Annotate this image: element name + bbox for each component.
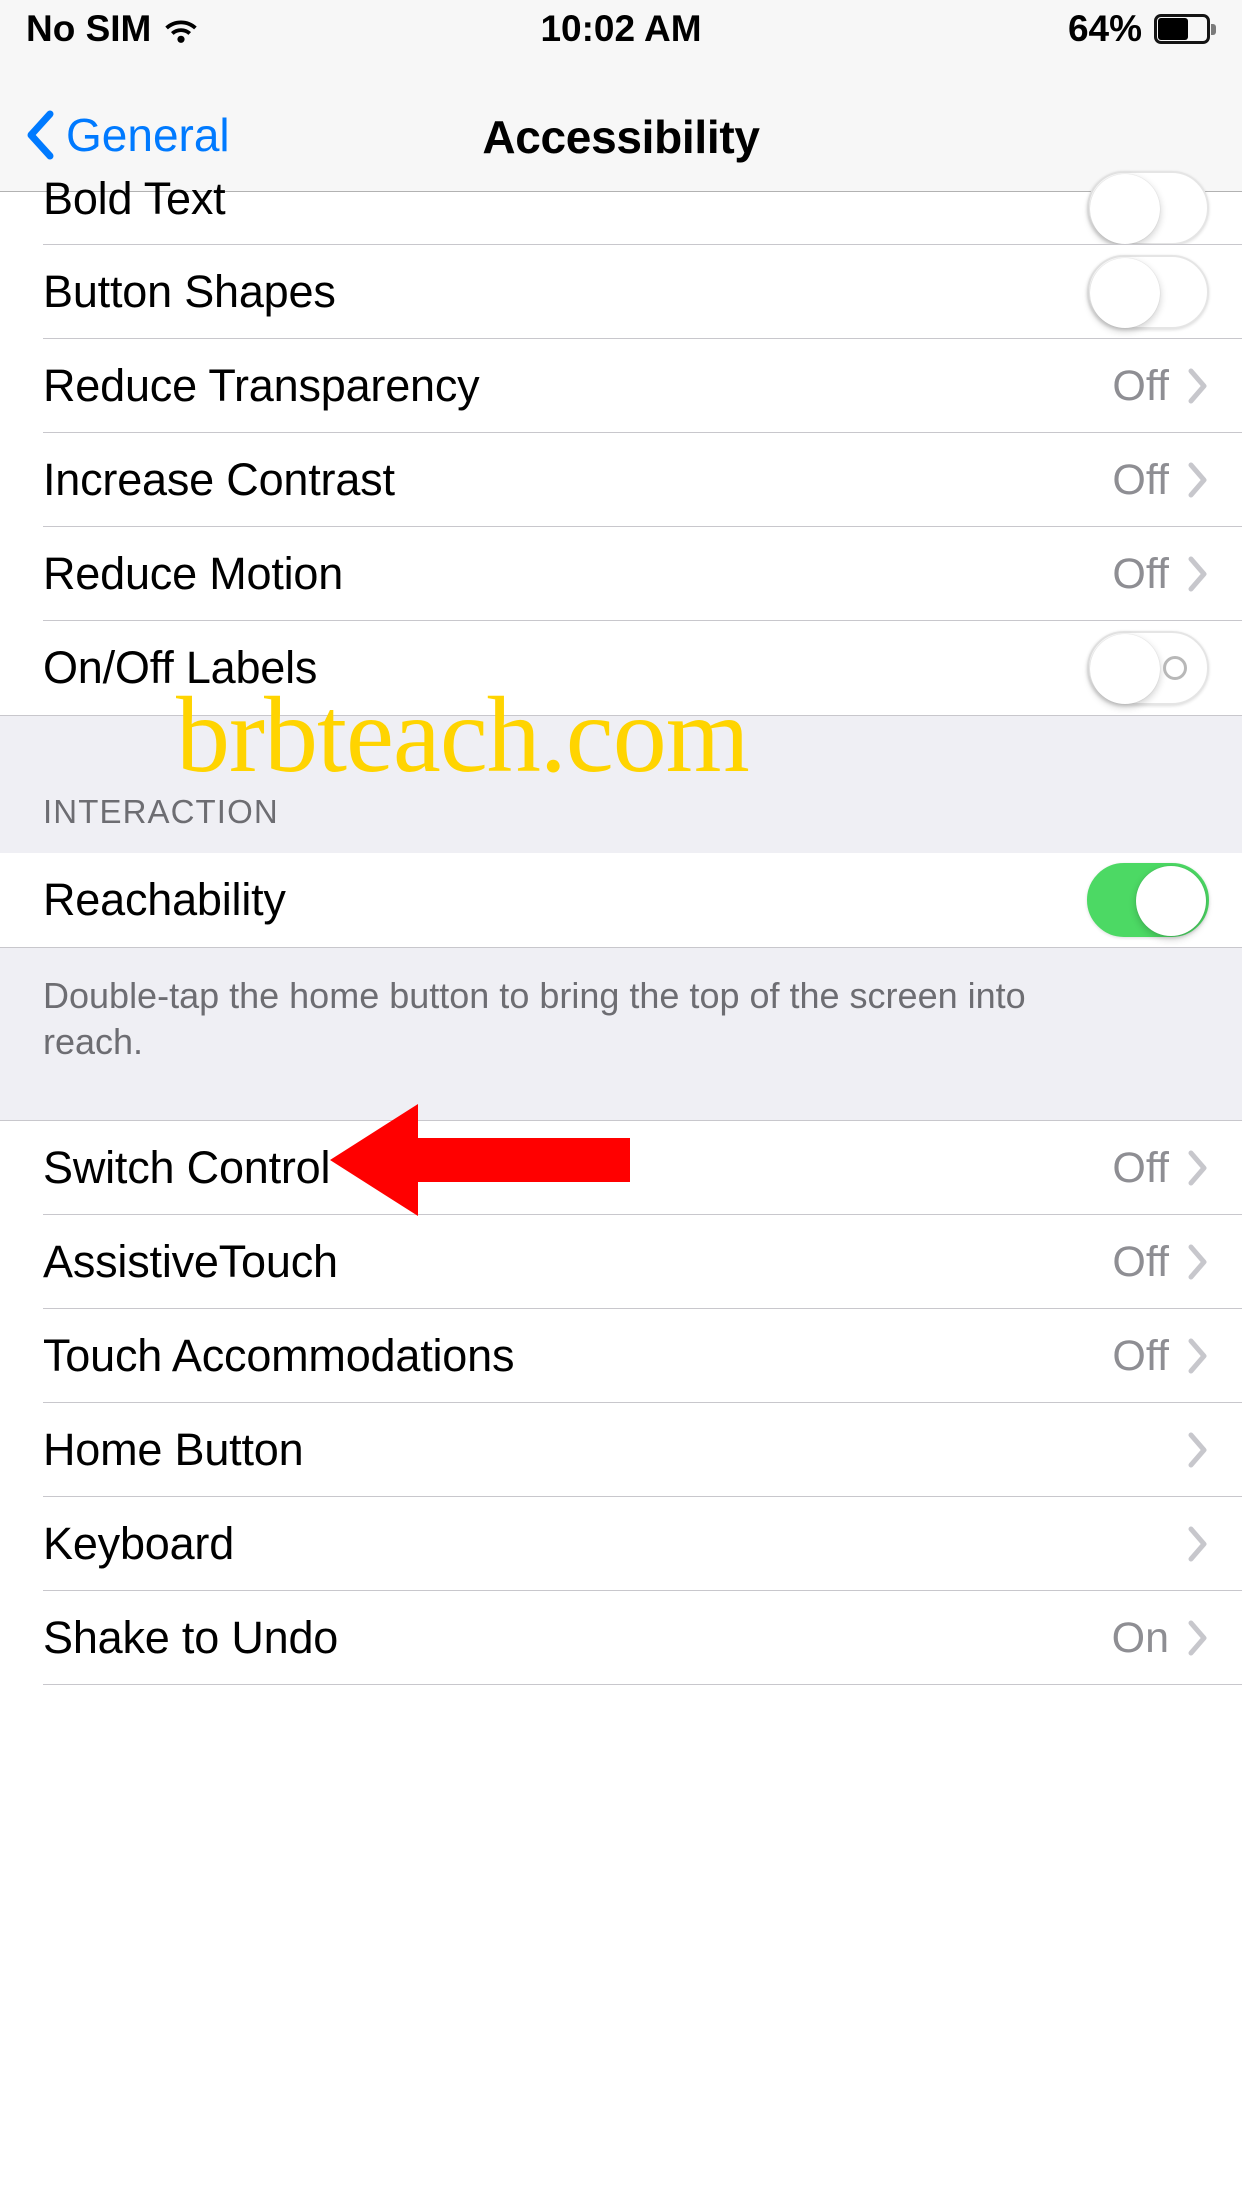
row-control: On [1112,1614,1209,1663]
section-footer-text: Double-tap the home button to bring the … [43,975,1026,1063]
chevron-right-icon [1188,1150,1207,1186]
button-shapes-toggle[interactable] [1087,255,1209,329]
row-label: AssistiveTouch [43,1236,338,1288]
row-label: Reduce Transparency [43,360,480,411]
row-control: Off [1112,1332,1209,1381]
row-label: Touch Accommodations [43,1330,515,1382]
row-control: Off [1112,362,1209,411]
row-value: Off [1112,361,1169,410]
iphone-screen: No SIM 10:02 AM 64% General Accessibilit… [0,0,1242,2208]
row-value: Off [1112,1143,1169,1192]
row-control [1169,1525,1209,1563]
row-reduce-motion[interactable]: Reduce Motion Off [0,527,1242,621]
chevron-right-icon [1188,1338,1207,1374]
vision-group: Bold Text Button Shapes Reduce Transpare… [0,171,1242,715]
battery-percent-label: 64% [1067,8,1142,49]
row-label: Reduce Motion [43,548,344,599]
row-value: Off [1112,1237,1169,1286]
section-footer-reachability: Double-tap the home button to bring the … [0,947,1242,1122]
row-button-shapes[interactable]: Button Shapes [0,245,1242,339]
status-bar: No SIM 10:02 AM 64% [0,0,1242,58]
chevron-right-icon [1188,1432,1207,1468]
row-reduce-transparency[interactable]: Reduce Transparency Off [0,339,1242,433]
chevron-right-icon [1188,1526,1207,1562]
row-home-button[interactable]: Home Button [0,1403,1242,1498]
row-label: On/Off Labels [43,642,318,693]
row-reachability[interactable]: Reachability [0,853,1242,947]
status-bar-right: 64% [1068,8,1216,50]
row-value: Off [1112,1331,1169,1380]
row-control[interactable] [1087,255,1209,329]
row-increase-contrast[interactable]: Increase Contrast Off [0,433,1242,527]
row-control: Off [1112,550,1209,599]
row-value: On [1111,1613,1169,1662]
reachability-group: Reachability [0,853,1242,947]
row-control[interactable] [1087,631,1209,705]
row-value: Off [1112,549,1169,598]
row-label: Reachability [43,874,286,925]
row-control: Off [1112,1144,1209,1193]
reachability-toggle[interactable] [1087,863,1209,937]
row-control: Off [1112,1238,1209,1287]
chevron-right-icon [1188,556,1207,592]
chevron-right-icon [1188,462,1207,498]
row-control: Off [1112,456,1209,505]
row-separator [43,1684,1242,1686]
row-shake-to-undo[interactable]: Shake to Undo On [0,1591,1242,1686]
bold-text-toggle[interactable] [1087,171,1209,245]
row-label: Switch Control [43,1142,331,1194]
row-bold-text[interactable]: Bold Text [0,171,1242,245]
row-keyboard[interactable]: Keyboard [0,1497,1242,1592]
section-header-label: INTERACTION [43,793,279,830]
off-label-icon [1163,656,1187,680]
row-control[interactable] [1087,171,1209,245]
row-control[interactable] [1087,863,1209,937]
row-label: Shake to Undo [43,1612,339,1664]
status-bar-time: 10:02 AM [540,8,702,49]
row-value: Off [1112,455,1169,504]
on-off-labels-toggle[interactable] [1087,631,1209,705]
row-control [1169,1431,1209,1469]
navigation-bar: General Accessibility [0,58,1242,192]
row-on-off-labels[interactable]: On/Off Labels [0,621,1242,715]
row-label: Home Button [43,1424,304,1476]
chevron-right-icon [1188,1244,1207,1280]
chevron-right-icon [1188,1620,1207,1656]
settings-list[interactable]: Bold Text Button Shapes Reduce Transpare… [0,171,1242,1686]
interaction-group: Switch Control Off AssistiveTouch Off To… [0,1121,1242,1686]
chevron-right-icon [1188,368,1207,404]
battery-icon [1154,14,1216,44]
row-label: Increase Contrast [43,454,395,505]
row-touch-accommodations[interactable]: Touch Accommodations Off [0,1309,1242,1404]
row-label: Bold Text [43,173,226,224]
section-header-interaction: INTERACTION [0,715,1242,853]
row-switch-control[interactable]: Switch Control Off [0,1121,1242,1216]
row-assistivetouch[interactable]: AssistiveTouch Off [0,1215,1242,1310]
page-title: Accessibility [482,111,760,163]
row-label: Button Shapes [43,266,336,317]
row-label: Keyboard [43,1518,235,1570]
